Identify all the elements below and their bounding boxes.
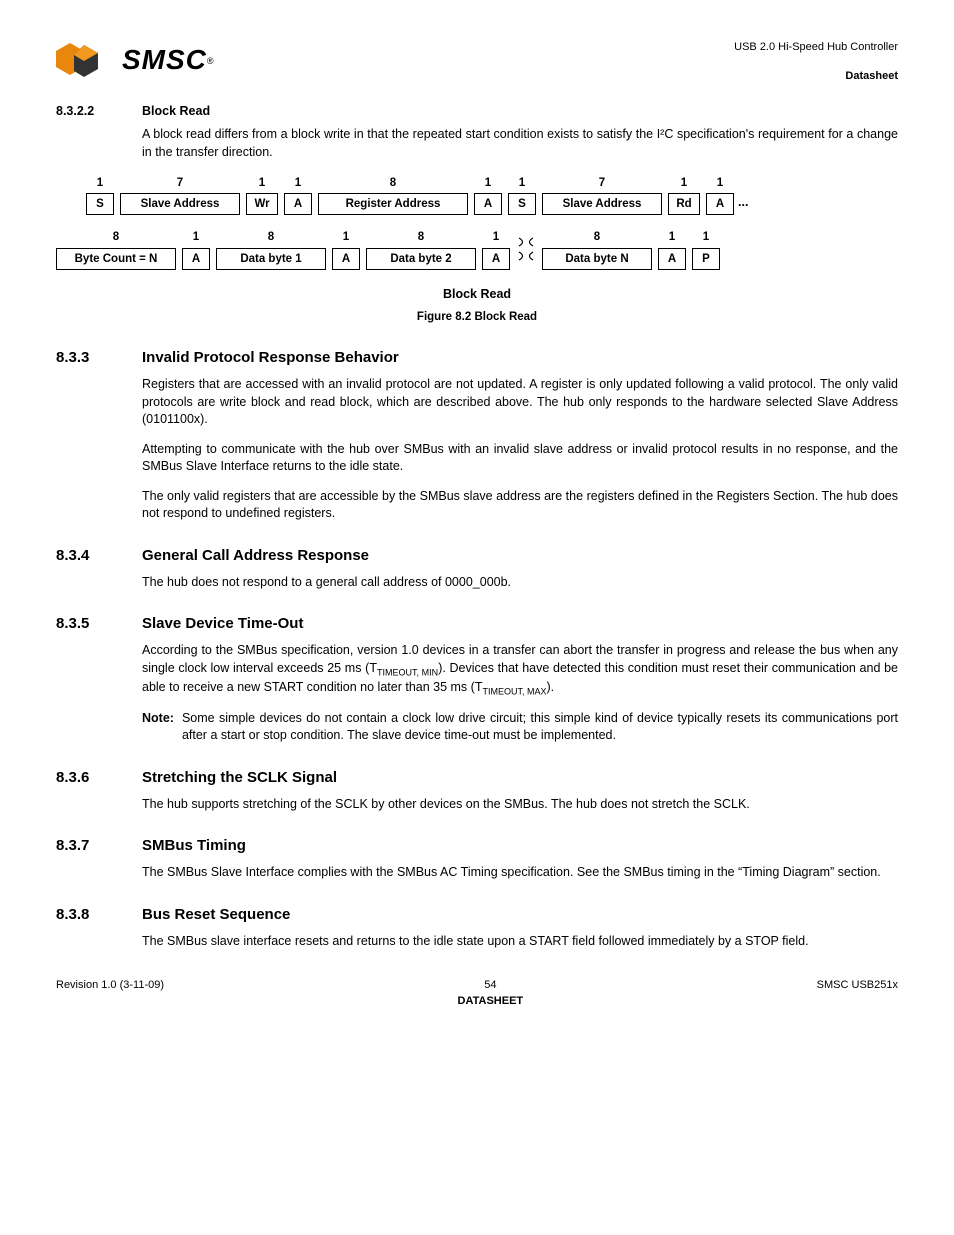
diagram-cell: 7Slave Address <box>542 175 662 215</box>
figure-label: Figure 8.2 Block Read <box>56 309 898 325</box>
section-8-3-4-heading: 8.3.4 General Call Address Response <box>56 545 898 566</box>
logo-text: SMSC® <box>122 40 214 79</box>
diagram-cell: 1Rd <box>668 175 700 215</box>
footer-center: 54 DATASHEET <box>458 978 524 1009</box>
block-read-diagram: 1S7Slave Address1Wr1A8Register Address1A… <box>56 175 898 269</box>
section-8-3-3-heading: 8.3.3 Invalid Protocol Response Behavior <box>56 347 898 368</box>
footer-revision: Revision 1.0 (3-11-09) <box>56 978 164 1009</box>
section-number: 8.3.5 <box>56 613 142 634</box>
diagram-cell: 1P <box>692 229 720 269</box>
diagram-cell: 7Slave Address <box>120 175 240 215</box>
paragraph: Registers that are accessed with an inva… <box>142 376 898 429</box>
paragraph: The hub does not respond to a general ca… <box>142 574 898 592</box>
section-title: Stretching the SCLK Signal <box>142 767 337 788</box>
section-title: SMBus Timing <box>142 835 246 856</box>
ellipsis: ... <box>734 194 752 216</box>
footer-part: SMSC USB251x <box>817 978 898 1009</box>
section-number: 8.3.8 <box>56 904 142 925</box>
paragraph: Attempting to communicate with the hub o… <box>142 441 898 476</box>
note-label: Note: <box>142 710 174 745</box>
page-footer: Revision 1.0 (3-11-09) 54 DATASHEET SMSC… <box>56 978 898 1009</box>
section-number: 8.3.2.2 <box>56 103 142 121</box>
diagram-cell: 1A <box>182 229 210 269</box>
diagram-cell: 1Wr <box>246 175 278 215</box>
diagram-cell: 1S <box>86 175 114 215</box>
section-8-3-2-2-heading: 8.3.2.2 Block Read <box>56 103 898 121</box>
section-number: 8.3.4 <box>56 545 142 566</box>
diagram-cell: 1A <box>474 175 502 215</box>
section-8-3-7-heading: 8.3.7 SMBus Timing <box>56 835 898 856</box>
section-number: 8.3.6 <box>56 767 142 788</box>
section-8-3-5-heading: 8.3.5 Slave Device Time-Out <box>56 613 898 634</box>
footer-doctype: DATASHEET <box>458 994 524 1009</box>
page-header: SMSC® USB 2.0 Hi-Speed Hub Controller Da… <box>56 40 898 85</box>
diagram-cell: 1A <box>284 175 312 215</box>
doc-type: Datasheet <box>734 69 898 84</box>
diagram-row-2: 8Byte Count = N1A8Data byte 11A8Data byt… <box>56 229 898 269</box>
diagram-cell: 8Data byte N <box>542 229 652 269</box>
section-number: 8.3.3 <box>56 347 142 368</box>
header-right: USB 2.0 Hi-Speed Hub Controller Datashee… <box>734 40 898 85</box>
note-text: Some simple devices do not contain a clo… <box>182 710 898 745</box>
section-title: Slave Device Time-Out <box>142 613 303 634</box>
diagram-cell: 1A <box>658 229 686 269</box>
paragraph: The SMBus slave interface resets and ret… <box>142 933 898 951</box>
paragraph: According to the SMBus specification, ve… <box>142 642 898 698</box>
note: Note: Some simple devices do not contain… <box>142 710 898 745</box>
paragraph: The hub supports stretching of the SCLK … <box>142 796 898 814</box>
diagram-cell: 8Register Address <box>318 175 468 215</box>
diagram-row-1: 1S7Slave Address1Wr1A8Register Address1A… <box>86 175 898 215</box>
logo-icon <box>56 41 112 79</box>
diagram-cell: 1A <box>332 229 360 269</box>
diagram-cell: 8Byte Count = N <box>56 229 176 269</box>
section-title: Invalid Protocol Response Behavior <box>142 347 399 368</box>
product-name: USB 2.0 Hi-Speed Hub Controller <box>734 40 898 55</box>
section-title: Block Read <box>142 103 210 121</box>
logo: SMSC® <box>56 40 214 79</box>
continuation-break-icon <box>516 234 536 270</box>
diagram-caption: Block Read <box>56 286 898 304</box>
diagram-cell: 8Data byte 1 <box>216 229 326 269</box>
section-8-3-8-heading: 8.3.8 Bus Reset Sequence <box>56 904 898 925</box>
diagram-cell: 8Data byte 2 <box>366 229 476 269</box>
diagram-cell: 1S <box>508 175 536 215</box>
section-number: 8.3.7 <box>56 835 142 856</box>
paragraph: The SMBus Slave Interface complies with … <box>142 864 898 882</box>
diagram-cell: 1A <box>706 175 734 215</box>
diagram-cell: 1A <box>482 229 510 269</box>
section-title: Bus Reset Sequence <box>142 904 290 925</box>
paragraph: The only valid registers that are access… <box>142 488 898 523</box>
paragraph: A block read differs from a block write … <box>142 126 898 161</box>
section-title: General Call Address Response <box>142 545 369 566</box>
page-number: 54 <box>458 978 524 993</box>
section-8-3-6-heading: 8.3.6 Stretching the SCLK Signal <box>56 767 898 788</box>
